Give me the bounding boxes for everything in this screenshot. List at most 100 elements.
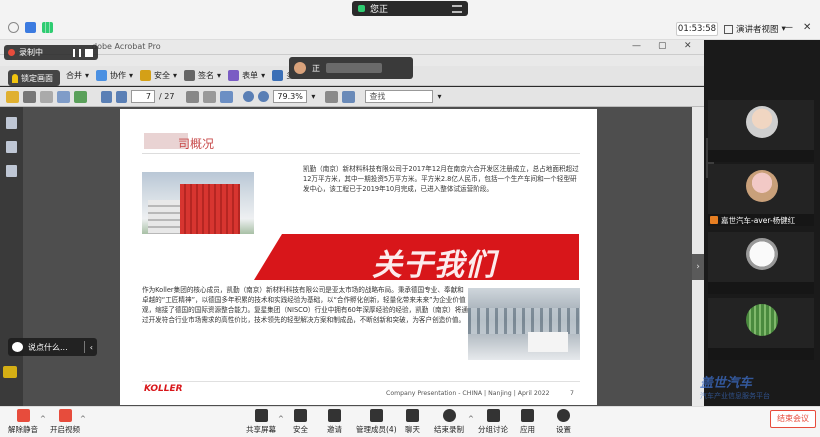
save-icon[interactable]	[40, 90, 53, 103]
unmute-button[interactable]: 解除静音	[8, 409, 38, 435]
chat-icon	[406, 409, 419, 422]
security-button[interactable]: 安全	[293, 409, 308, 435]
recording-label: 录制中	[19, 48, 43, 57]
camera-off-icon	[58, 409, 72, 422]
hand-icon[interactable]	[203, 90, 217, 103]
reaction-icon[interactable]	[3, 366, 17, 378]
recording-indicator: 录制中	[4, 45, 98, 60]
tool-combine[interactable]: 合并 ▾	[66, 70, 89, 81]
maximize-icon[interactable]: ▢	[658, 41, 667, 51]
slide-page: 司概况 凯勤（南京）新材料科技有限公司于2017年12月在南京六合开发区注册成立…	[120, 109, 597, 405]
close-icon[interactable]: ✕	[803, 22, 811, 33]
apps-icon	[521, 409, 534, 422]
chevron-down-icon: ▾	[261, 71, 266, 80]
shield-icon[interactable]	[25, 22, 36, 33]
participant-tile[interactable]	[708, 100, 814, 162]
info-icon[interactable]	[8, 22, 19, 33]
quick-chat-button[interactable]: 说点什么... ‹	[8, 338, 97, 356]
participant-tile[interactable]	[708, 232, 814, 294]
tool-forms[interactable]: 表单 ▾	[228, 70, 265, 81]
members-icon	[369, 409, 383, 422]
chevron-up-icon[interactable]: ^	[80, 415, 86, 423]
chevron-down-icon: ▾	[173, 71, 178, 80]
lock-screen-button[interactable]: 锁定画面	[8, 70, 60, 86]
arrow-down-icon[interactable]	[116, 90, 127, 103]
zoom-in-icon[interactable]	[258, 91, 270, 102]
banner-title: 关于我们	[372, 248, 496, 283]
chat-button[interactable]: 聊天	[405, 409, 420, 435]
manage-members-button[interactable]: 管理成员(4)	[356, 409, 397, 435]
tool-collaborate[interactable]: 协作 ▾	[96, 70, 133, 81]
select-cursor-icon[interactable]	[186, 90, 200, 103]
zoom-out-icon[interactable]	[243, 91, 255, 102]
participant-tile[interactable]: 嘉世汽车-aver-杨健红	[708, 164, 814, 226]
participant-tile[interactable]	[708, 298, 814, 360]
tool-security[interactable]: 安全 ▾	[140, 70, 177, 81]
grid-icon	[724, 24, 733, 34]
chevron-left-icon[interactable]: ‹	[90, 343, 93, 352]
zoom-input[interactable]: 79.3%	[273, 90, 308, 103]
chevron-down-icon: ▾	[217, 71, 222, 80]
page-number-input[interactable]: 7	[131, 90, 155, 103]
marquee-zoom-icon[interactable]	[220, 90, 234, 103]
signal-icon	[42, 22, 53, 33]
record-icon	[442, 409, 456, 422]
slide-page-number: 7	[570, 390, 574, 397]
fit-page-icon[interactable]	[325, 90, 339, 103]
speaking-indicator: 您正	[352, 1, 468, 16]
active-speaker-float: 正	[289, 57, 413, 79]
print-icon[interactable]	[23, 90, 36, 103]
pages-icon[interactable]	[6, 117, 17, 129]
slide-heading: 司概况	[178, 137, 215, 151]
expand-panel-icon[interactable]: ›	[692, 254, 704, 280]
minimize-icon[interactable]: —	[632, 41, 641, 51]
gear-icon	[557, 409, 570, 422]
add-user-icon	[328, 409, 341, 422]
apps-button[interactable]: 应用	[520, 409, 535, 435]
menu-icon[interactable]	[452, 4, 462, 13]
form-icon	[228, 70, 240, 81]
divider	[142, 381, 580, 382]
invite-button[interactable]: 邀请	[327, 409, 342, 435]
pen-icon	[184, 70, 196, 81]
start-video-button[interactable]: 开启视频	[50, 409, 80, 435]
chevron-down-icon: ▾	[85, 71, 90, 80]
window-title: dobe Acrobat Pro	[92, 42, 161, 51]
close-icon[interactable]: ✕	[684, 41, 692, 51]
chevron-down-icon[interactable]: ▾	[437, 92, 441, 101]
pause-icon[interactable]	[73, 48, 81, 57]
divider	[142, 153, 580, 154]
share-screen-icon	[254, 409, 268, 422]
settings-button[interactable]: 设置	[556, 409, 571, 435]
stop-icon[interactable]	[85, 48, 93, 57]
chat-bubble-icon	[12, 342, 23, 352]
tool-sign[interactable]: 签名 ▾	[184, 70, 221, 81]
search-input[interactable]: 查找	[365, 90, 434, 103]
signatures-icon[interactable]	[6, 165, 17, 177]
email-icon[interactable]	[57, 90, 70, 103]
acrobat-title-bar: dobe Acrobat Pro — ▢ ✕	[0, 40, 704, 55]
about-us-banner: 关于我们	[142, 234, 579, 283]
avatar	[294, 62, 306, 74]
end-meeting-button[interactable]: 结束会议	[770, 410, 816, 428]
arrow-up-icon[interactable]	[101, 90, 112, 103]
open-folder-icon[interactable]	[6, 90, 19, 103]
share-icon[interactable]	[74, 90, 87, 103]
chevron-up-icon[interactable]: ^	[40, 415, 46, 423]
body-paragraph: 作为Koller集团的核心成员，凯勤（南京）新材料科技有限公司是亚太市场的战略布…	[142, 286, 468, 324]
end-recording-button[interactable]: 结束录制	[434, 409, 464, 435]
lock-icon	[140, 70, 152, 81]
bookmarks-icon[interactable]	[6, 141, 17, 153]
chevron-down-icon: ▾	[129, 71, 134, 80]
lab-photo	[468, 288, 580, 360]
speaker-view-button[interactable]: 演讲者视图 ▾	[724, 22, 786, 36]
slide-footer: Company Presentation - CHINA | Nanjing |…	[386, 390, 550, 397]
pin-icon	[12, 73, 18, 83]
chevron-up-icon[interactable]: ^	[468, 415, 474, 423]
share-screen-button[interactable]: 共享屏幕	[246, 409, 276, 435]
minimize-icon[interactable]: —	[783, 22, 793, 33]
fit-width-icon[interactable]	[342, 90, 356, 103]
chevron-up-icon[interactable]: ^	[278, 415, 284, 423]
breakout-rooms-button[interactable]: 分组讨论	[478, 409, 508, 435]
chevron-down-icon[interactable]: ▾	[311, 92, 315, 101]
